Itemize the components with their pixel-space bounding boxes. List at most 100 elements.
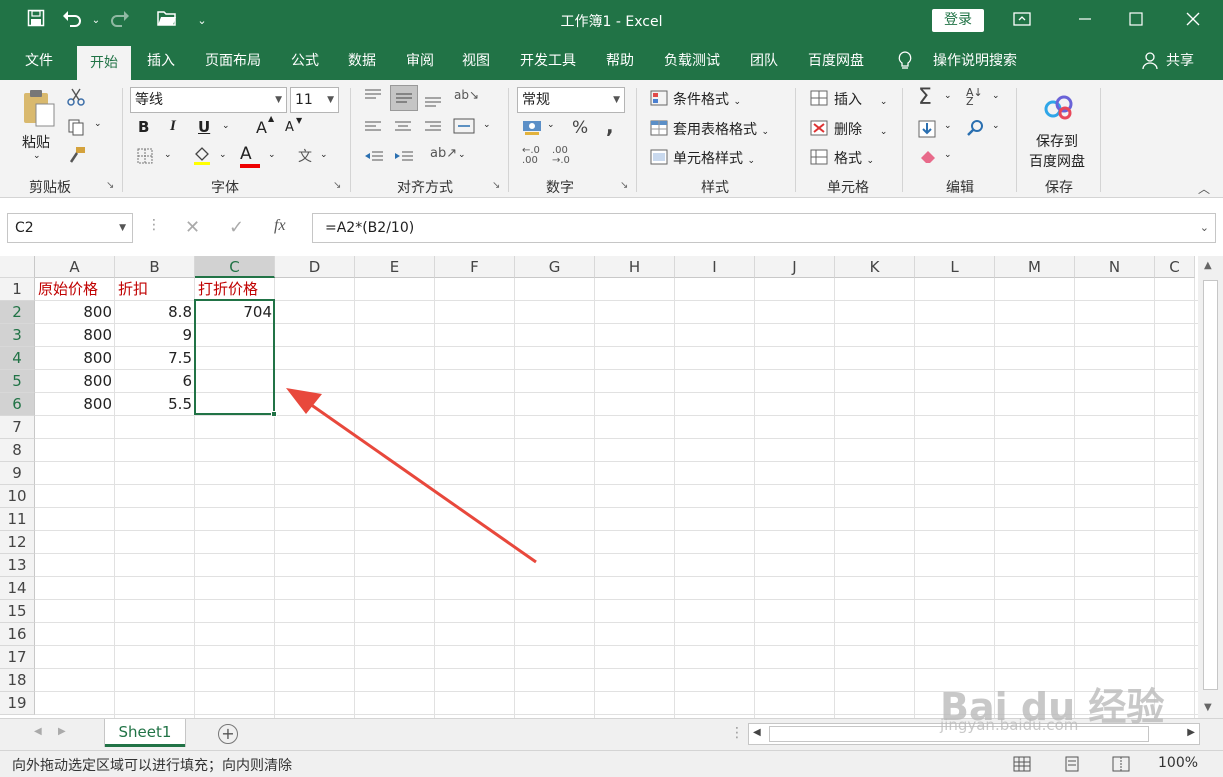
formula-input[interactable]: =A2*(B2/10) ⌄ xyxy=(312,213,1216,243)
enter-icon[interactable]: ✓ xyxy=(229,217,244,238)
tab-baidu-netdisk[interactable]: 百度网盘 xyxy=(798,42,874,80)
align-top-icon[interactable] xyxy=(364,88,382,108)
format-cells-button[interactable]: 格式 ⌄ xyxy=(834,148,874,168)
row-header-9[interactable]: 9 xyxy=(0,462,35,485)
add-sheet-button[interactable]: + xyxy=(218,724,238,744)
delete-cells-button[interactable]: 删除 ⌄ xyxy=(834,119,887,139)
cut-icon[interactable] xyxy=(67,88,85,110)
font-color-button[interactable]: A xyxy=(240,144,260,168)
tell-me-search[interactable]: 操作说明搜索 xyxy=(922,42,1028,80)
column-header-f[interactable]: F xyxy=(435,256,515,278)
row-header-3[interactable]: 3 xyxy=(0,324,35,347)
column-header-k[interactable]: K xyxy=(835,256,915,278)
tab-file[interactable]: 文件 xyxy=(14,42,64,80)
minimize-icon[interactable] xyxy=(1073,9,1097,33)
dialog-launcher-icon[interactable]: ↘ xyxy=(106,180,114,191)
column-header-a[interactable]: A xyxy=(35,256,115,278)
row-header-15[interactable]: 15 xyxy=(0,600,35,623)
row-header-18[interactable]: 18 xyxy=(0,669,35,692)
normal-view-icon[interactable] xyxy=(1013,756,1031,776)
login-button[interactable]: 登录 xyxy=(932,9,984,32)
shrink-font-button[interactable]: A xyxy=(285,120,294,135)
row-header-6[interactable]: 6 xyxy=(0,393,35,416)
column-header-n[interactable]: N xyxy=(1075,256,1155,278)
tab-page-layout[interactable]: 页面布局 xyxy=(196,42,270,80)
column-header-b[interactable]: B xyxy=(115,256,195,278)
underline-button[interactable]: U xyxy=(198,118,210,136)
save-to-baidu-line1[interactable]: 保存到 xyxy=(1036,131,1078,151)
sheet-tab-sheet1[interactable]: Sheet1 xyxy=(105,719,185,747)
autosum-button[interactable]: Σ xyxy=(918,85,932,110)
cell-a1[interactable]: 原始价格 xyxy=(35,278,115,301)
tab-help[interactable]: 帮助 xyxy=(596,42,644,80)
page-layout-view-icon[interactable] xyxy=(1063,756,1081,776)
merge-center-icon[interactable] xyxy=(453,118,475,138)
column-header-h[interactable]: H xyxy=(595,256,675,278)
cell-b6[interactable]: 5.5 xyxy=(115,393,195,416)
comma-button[interactable]: , xyxy=(606,114,614,138)
tab-review[interactable]: 审阅 xyxy=(396,42,444,80)
font-color-dropdown-icon[interactable]: ⌄ xyxy=(268,150,276,160)
scroll-up-icon[interactable]: ▲ xyxy=(1204,260,1212,271)
tab-team[interactable]: 团队 xyxy=(740,42,788,80)
cell-b1[interactable]: 折扣 xyxy=(115,278,195,301)
cell-b5[interactable]: 6 xyxy=(115,370,195,393)
column-header-g[interactable]: G xyxy=(515,256,595,278)
phonetic-dropdown-icon[interactable]: ⌄ xyxy=(320,150,328,160)
paste-icon[interactable] xyxy=(20,88,56,132)
copy-icon[interactable] xyxy=(67,118,85,140)
expand-formula-icon[interactable]: ⌄ xyxy=(1200,214,1209,242)
maximize-icon[interactable] xyxy=(1124,9,1148,33)
column-header-c[interactable]: C xyxy=(1155,256,1195,278)
orientation-icon[interactable]: ab↘ xyxy=(454,88,479,102)
increase-indent-icon[interactable] xyxy=(394,150,414,168)
paste-button[interactable]: 粘贴 xyxy=(22,132,50,152)
bold-button[interactable]: B xyxy=(138,118,149,136)
insert-function-button[interactable]: fx xyxy=(274,217,286,235)
vertical-scrollbar[interactable]: ▲ ▼ xyxy=(1198,256,1223,718)
format-as-table-button[interactable]: 套用表格格式 ⌄ xyxy=(673,119,769,139)
column-header-l[interactable]: L xyxy=(915,256,995,278)
column-header-d[interactable]: D xyxy=(275,256,355,278)
page-break-view-icon[interactable] xyxy=(1112,756,1130,776)
row-header-13[interactable]: 13 xyxy=(0,554,35,577)
align-center-icon[interactable] xyxy=(394,120,412,138)
spreadsheet-grid[interactable]: A B C D E F G H I J K L M N C 1 2 3 4 5 6 7 8 9 10 11 12 13 14 15 16 17… xyxy=(0,256,1198,718)
save-to-baidu-line2[interactable]: 百度网盘 xyxy=(1029,151,1085,171)
row-header-14[interactable]: 14 xyxy=(0,577,35,600)
number-format-combo[interactable]: 常规 ▼ xyxy=(517,87,625,113)
tab-developer[interactable]: 开发工具 xyxy=(510,42,586,80)
row-header-4[interactable]: 4 xyxy=(0,347,35,370)
zoom-level[interactable]: 100% xyxy=(1158,755,1198,771)
column-header-m[interactable]: M xyxy=(995,256,1075,278)
font-name-combo[interactable]: 等线 ▼ xyxy=(130,87,287,113)
merge-dropdown-icon[interactable]: ⌄ xyxy=(483,120,491,130)
column-header-j[interactable]: J xyxy=(755,256,835,278)
collapse-ribbon-icon[interactable]: ︿ xyxy=(1198,180,1210,197)
align-bottom-icon[interactable] xyxy=(424,92,442,112)
dialog-launcher-icon[interactable]: ↘ xyxy=(620,180,628,191)
format-as-table-icon[interactable] xyxy=(650,120,668,140)
grow-font-button[interactable]: A xyxy=(256,118,267,137)
phonetic-button[interactable]: 文 xyxy=(298,146,312,166)
borders-icon[interactable] xyxy=(137,148,153,168)
tab-home[interactable]: 开始 xyxy=(77,46,131,80)
paste-dropdown-icon[interactable]: ⌄ xyxy=(33,151,41,161)
underline-dropdown-icon[interactable]: ⌄ xyxy=(222,121,230,131)
cell-a5[interactable]: 800 xyxy=(35,370,115,393)
column-header-i[interactable]: I xyxy=(675,256,755,278)
row-header-7[interactable]: 7 xyxy=(0,416,35,439)
share-button[interactable]: 共享 xyxy=(1160,42,1200,80)
insert-cells-button[interactable]: 插入 ⌄ xyxy=(834,89,887,109)
tab-data[interactable]: 数据 xyxy=(338,42,386,80)
autosum-dropdown-icon[interactable]: ⌄ xyxy=(944,91,952,101)
cell-a6[interactable]: 800 xyxy=(35,393,115,416)
fill-color-dropdown-icon[interactable]: ⌄ xyxy=(219,150,227,160)
row-header-19[interactable]: 19 xyxy=(0,692,35,715)
delete-cells-icon[interactable] xyxy=(810,120,828,140)
insert-cells-icon[interactable] xyxy=(810,90,828,110)
row-header-17[interactable]: 17 xyxy=(0,646,35,669)
clear-dropdown-icon[interactable]: ⌄ xyxy=(944,150,952,160)
row-header-1[interactable]: 1 xyxy=(0,278,35,301)
sort-filter-icon[interactable]: A↓ Z xyxy=(966,87,983,107)
